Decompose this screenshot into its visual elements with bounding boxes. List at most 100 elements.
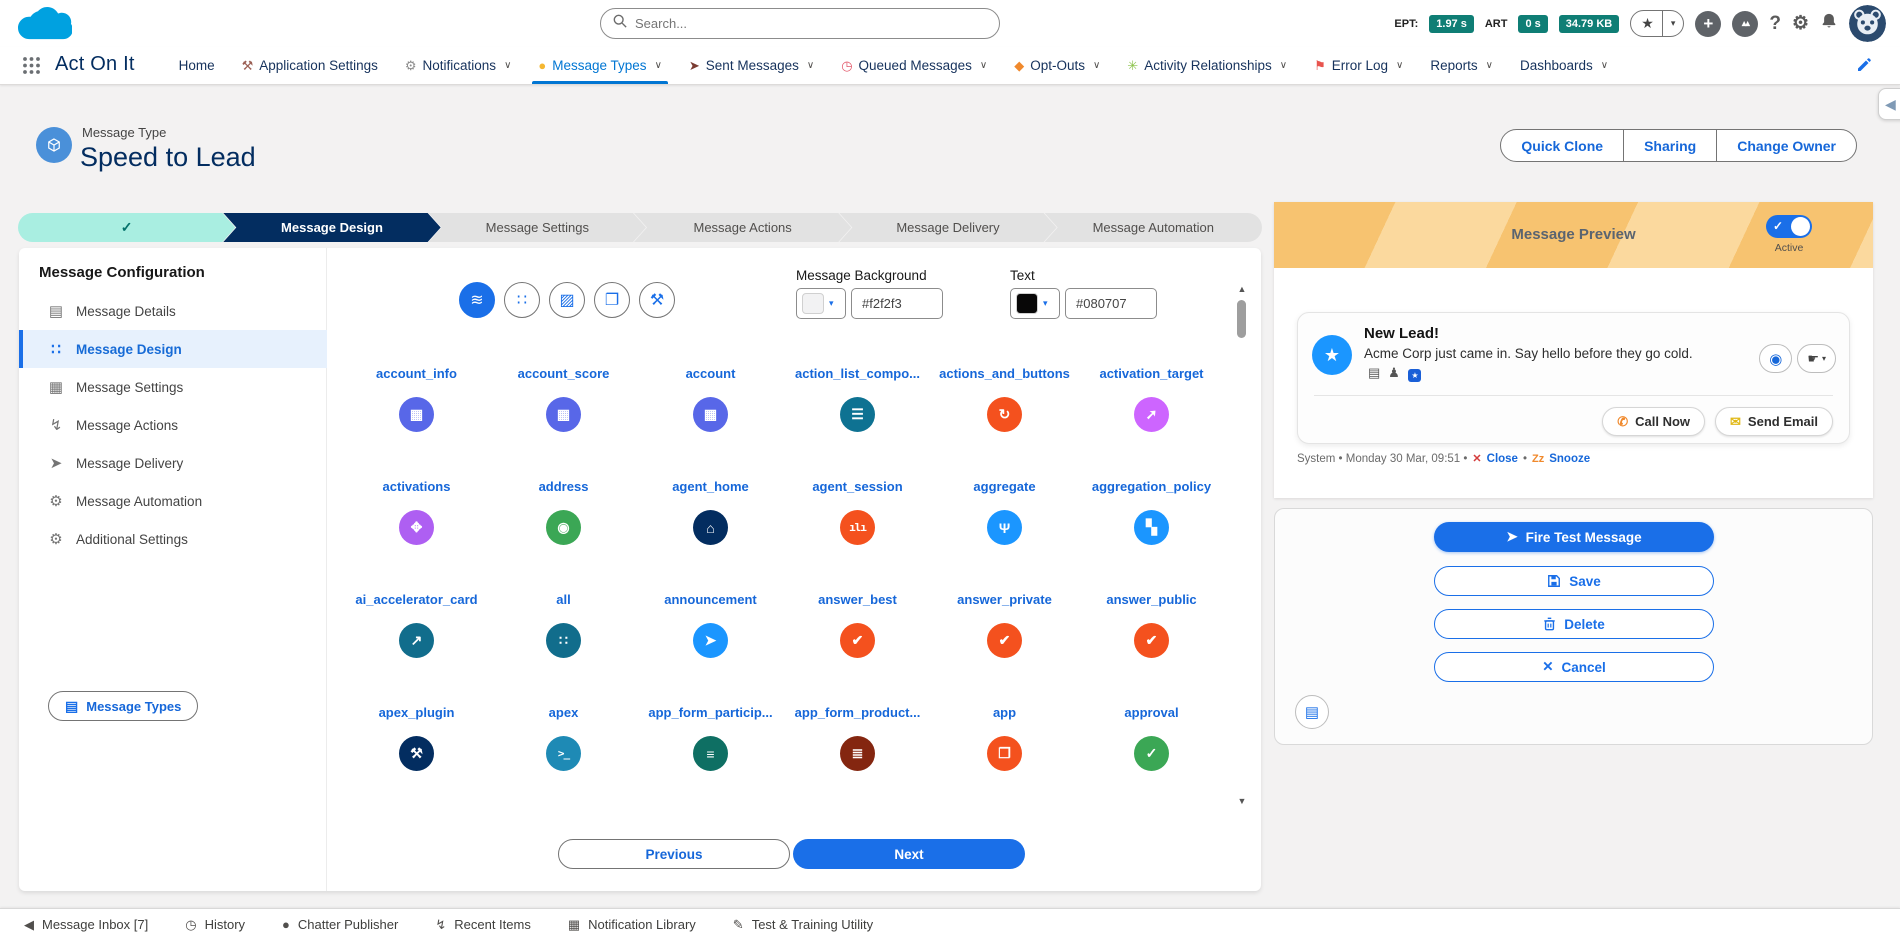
background-swatch-dropdown[interactable]: ▾: [796, 288, 846, 319]
utility-test-training[interactable]: ✎Test & Training Utility: [733, 917, 873, 933]
utility-recent-items[interactable]: ↯Recent Items: [435, 917, 531, 933]
sidebar-item-message-design[interactable]: ∷Message Design: [19, 330, 327, 368]
sidebar-item-message-automation[interactable]: ⚙Message Automation: [19, 482, 327, 520]
icon-option-app-form-participant[interactable]: app_form_particip...≡: [637, 705, 784, 818]
icon-option-aggregation-policy[interactable]: aggregation_policy▚: [1078, 479, 1225, 592]
icon-option-app[interactable]: app❐: [931, 705, 1078, 818]
layers-icon[interactable]: ≋: [459, 282, 495, 318]
icon-option-account-info[interactable]: account_info▦: [343, 366, 490, 479]
help-icon[interactable]: ?: [1769, 13, 1781, 35]
icon-option-activation-target[interactable]: activation_target➚: [1078, 366, 1225, 479]
scroll-down-icon[interactable]: ▼: [1235, 796, 1249, 806]
utility-notification-library[interactable]: ▦Notification Library: [568, 917, 696, 933]
icon-option-approval[interactable]: approval✓: [1078, 705, 1225, 818]
chevron-down-icon[interactable]: ∨: [1396, 60, 1403, 71]
path-step-message-automation[interactable]: Message Automation: [1045, 213, 1262, 242]
fire-test-message-button[interactable]: ➤Fire Test Message: [1434, 522, 1714, 552]
user-avatar[interactable]: [1849, 5, 1886, 42]
sidebar-item-message-details[interactable]: ▤Message Details: [19, 292, 327, 330]
bookmark-icon[interactable]: ★: [1408, 369, 1421, 382]
tab-home[interactable]: Home: [179, 47, 215, 84]
icon-option-answer-private[interactable]: answer_private✔: [931, 592, 1078, 705]
preview-eye-button[interactable]: ◉: [1759, 344, 1792, 373]
chevron-down-icon[interactable]: ∨: [655, 60, 662, 71]
utility-history[interactable]: ◷History: [185, 917, 245, 933]
icon-option-answer-public[interactable]: answer_public✔: [1078, 592, 1225, 705]
setup-gear-icon[interactable]: ⚙: [1792, 12, 1809, 35]
chevron-down-icon[interactable]: ∨: [1601, 60, 1608, 71]
cancel-button[interactable]: ✕Cancel: [1434, 652, 1714, 682]
icon-option-account[interactable]: account▦: [637, 366, 784, 479]
wrench-icon[interactable]: ⚒: [639, 282, 675, 318]
previous-button[interactable]: Previous: [558, 839, 790, 869]
icon-option-apex[interactable]: apex>_: [490, 705, 637, 818]
tab-reports[interactable]: Reports∨: [1430, 47, 1493, 84]
text-hex-input[interactable]: [1065, 288, 1157, 319]
sidebar-item-message-actions[interactable]: ↯Message Actions: [19, 406, 327, 444]
chevron-down-icon[interactable]: ∨: [504, 60, 511, 71]
global-search[interactable]: [600, 8, 1000, 39]
person-icon[interactable]: ♟: [1388, 365, 1400, 380]
save-button[interactable]: Save: [1434, 566, 1714, 596]
icon-option-all[interactable]: all∷: [490, 592, 637, 705]
icon-option-action-list-component[interactable]: action_list_compo...☰: [784, 366, 931, 479]
tab-sent-messages[interactable]: ➤Sent Messages∨: [689, 47, 814, 84]
favorites-button[interactable]: ★ ▾: [1630, 10, 1684, 37]
icon-option-apex-plugin[interactable]: apex_plugin⚒: [343, 705, 490, 818]
icon-option-announcement[interactable]: announcement➤: [637, 592, 784, 705]
change-owner-button[interactable]: Change Owner: [1717, 130, 1856, 161]
library-book-button[interactable]: ▤: [1295, 695, 1329, 729]
utility-message-inbox[interactable]: ◀Message Inbox [7]: [24, 917, 148, 933]
icon-option-account-score[interactable]: account_score▦: [490, 366, 637, 479]
quick-clone-button[interactable]: Quick Clone: [1501, 130, 1623, 161]
chevron-down-icon[interactable]: ∨: [1486, 60, 1493, 71]
path-step-message-delivery[interactable]: Message Delivery: [839, 213, 1056, 242]
next-button[interactable]: Next: [793, 839, 1025, 869]
star-icon[interactable]: ★: [1631, 15, 1662, 32]
chevron-down-icon[interactable]: ∨: [1280, 60, 1287, 71]
path-step-message-actions[interactable]: Message Actions: [634, 213, 851, 242]
chevron-down-icon[interactable]: ∨: [1093, 60, 1100, 71]
delete-button[interactable]: Delete: [1434, 609, 1714, 639]
tab-error-log[interactable]: ⚑Error Log∨: [1314, 47, 1403, 84]
icon-option-ai-accelerator-card[interactable]: ai_accelerator_card↗: [343, 592, 490, 705]
tab-queued-messages[interactable]: ◷Queued Messages∨: [841, 47, 987, 84]
icon-option-actions-and-buttons[interactable]: actions_and_buttons↻: [931, 366, 1078, 479]
scrollbar-thumb[interactable]: [1237, 300, 1246, 338]
snooze-link[interactable]: Snooze: [1549, 453, 1590, 465]
text-swatch-dropdown[interactable]: ▾: [1010, 288, 1060, 319]
tab-notifications[interactable]: ⚙Notifications∨: [405, 47, 512, 84]
active-toggle[interactable]: ✓: [1766, 215, 1812, 238]
tab-activity-relationships[interactable]: ✳Activity Relationships∨: [1127, 47, 1287, 84]
image-icon[interactable]: ▨: [549, 282, 585, 318]
chevron-down-icon[interactable]: ∨: [980, 60, 987, 71]
path-step-message-settings[interactable]: Message Settings: [429, 213, 646, 242]
icon-option-app-form-product[interactable]: app_form_product...≣: [784, 705, 931, 818]
icon-option-agent-session[interactable]: agent_sessionılı: [784, 479, 931, 592]
chevron-down-icon[interactable]: ∨: [807, 60, 814, 71]
utility-chatter-publisher[interactable]: ●Chatter Publisher: [282, 917, 398, 932]
icon-grid-icon[interactable]: ∷: [504, 282, 540, 318]
message-types-button[interactable]: ▤Message Types: [48, 691, 198, 721]
path-step-message-design[interactable]: Message Design: [223, 213, 440, 242]
sidebar-item-message-settings[interactable]: ▦Message Settings: [19, 368, 327, 406]
clipboard-icon[interactable]: ▤: [1368, 365, 1380, 380]
tab-message-types[interactable]: ●Message Types∨: [538, 47, 662, 84]
icon-option-activations[interactable]: activations✥: [343, 479, 490, 592]
sharing-button[interactable]: Sharing: [1624, 130, 1716, 161]
close-link[interactable]: Close: [1487, 453, 1518, 465]
favorites-caret-icon[interactable]: ▾: [1663, 18, 1684, 29]
send-email-button[interactable]: ✉Send Email: [1715, 407, 1833, 436]
tab-dashboards[interactable]: Dashboards∨: [1520, 47, 1608, 84]
edit-pencil-icon[interactable]: [1856, 57, 1872, 78]
sidebar-item-additional-settings[interactable]: ⚙Additional Settings: [19, 520, 327, 558]
icon-option-aggregate[interactable]: aggregateΨ: [931, 479, 1078, 592]
scroll-up-icon[interactable]: ▲: [1235, 284, 1249, 294]
tab-opt-outs[interactable]: ◆Opt-Outs∨: [1014, 47, 1100, 84]
icon-option-agent-home[interactable]: agent_home⌂: [637, 479, 784, 592]
icon-option-answer-best[interactable]: answer_best✔: [784, 592, 931, 705]
call-now-button[interactable]: ✆Call Now: [1602, 407, 1705, 436]
background-hex-input[interactable]: [851, 288, 943, 319]
copy-icon[interactable]: ❐: [594, 282, 630, 318]
icon-option-address[interactable]: address◉: [490, 479, 637, 592]
